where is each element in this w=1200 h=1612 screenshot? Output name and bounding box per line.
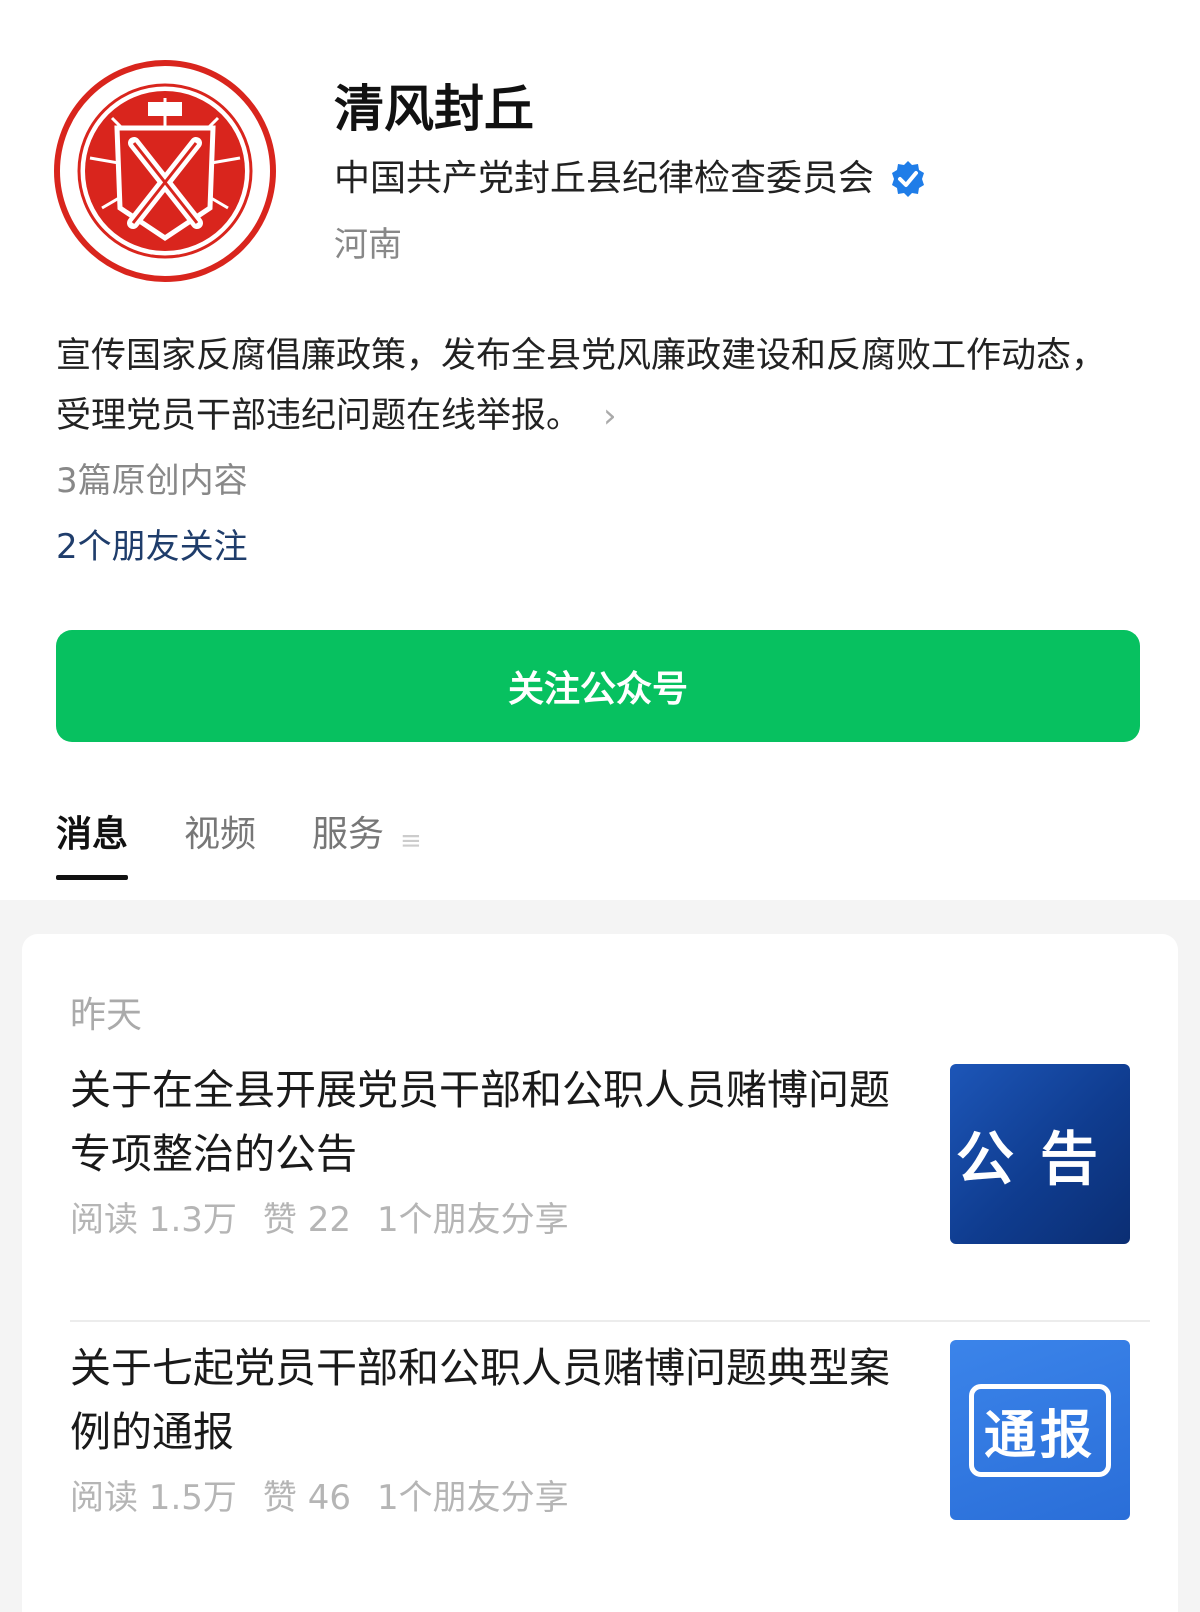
organization-name[interactable]: 中国共产党封丘县纪律检查委员会 [334,156,874,202]
article-divider [70,1320,1150,1322]
chevron-right-icon[interactable]: › [603,386,617,446]
original-content-count[interactable]: 3篇原创内容 [56,456,248,506]
article-title[interactable]: 关于七起党员干部和公职人员赌博问题典型案例的通报 [70,1336,890,1464]
verified-badge-icon [892,161,925,197]
tab-services[interactable]: 服务 [312,808,384,862]
region-label: 河南 [334,225,402,265]
tab-videos[interactable]: 视频 [184,808,256,862]
tab-messages[interactable]: 消息 [56,808,129,880]
organization-row: 中国共产党封丘县纪律检查委员会 [334,156,928,202]
article-read-count: 阅读 1.5万 [70,1478,237,1518]
account-logo[interactable] [52,58,278,284]
description-text: 宣传国家反腐倡廉政策，发布全县党风廉政建设和反腐败工作动态，受理党员干部违纪问题… [56,336,1107,436]
menu-icon[interactable]: ≡ [400,826,422,862]
thumbnail-label: 通报 [968,1383,1111,1477]
article-thumbnail[interactable]: 通报 [950,1340,1130,1520]
article-feed-card: 昨天 关于在全县开展党员干部和公职人员赌博问题专项整治的公告 阅读 1.3万 赞… [22,934,1178,1612]
thumbnail-label: 公告 [955,1125,1124,1193]
account-name: 清风封丘 [334,80,534,138]
article-friend-shares: 1个朋友分享 [376,1478,569,1518]
follow-account-button[interactable]: 关注公众号 [56,630,1140,742]
account-description[interactable]: 宣传国家反腐倡廉政策，发布全县党风廉政建设和反腐败工作动态，受理党员干部违纪问题… [56,326,1136,446]
article-friend-shares: 1个朋友分享 [376,1200,569,1240]
profile-title-block: 清风封丘 中国共产党封丘县纪律检查委员会 河南 [334,58,928,284]
article-like-count: 赞 22 [262,1200,351,1240]
profile-header: 清风封丘 中国共产党封丘县纪律检查委员会 河南 [52,58,928,284]
content-tabs: 消息 视频 服务 ≡ [56,808,422,880]
account-profile-page: 清风封丘 中国共产党封丘县纪律检查委员会 河南 宣传国家反腐倡廉政策，发布全县党… [0,0,1200,1612]
friends-following-count[interactable]: 2个朋友关注 [56,522,248,572]
article-read-count: 阅读 1.3万 [70,1200,237,1240]
article-like-count: 赞 46 [262,1478,351,1518]
feed-date-label: 昨天 [70,995,143,1036]
article-title[interactable]: 关于在全县开展党员干部和公职人员赌博问题专项整治的公告 [70,1058,890,1186]
discipline-emblem-icon [54,60,276,282]
article-thumbnail[interactable]: 公告 [950,1064,1130,1244]
